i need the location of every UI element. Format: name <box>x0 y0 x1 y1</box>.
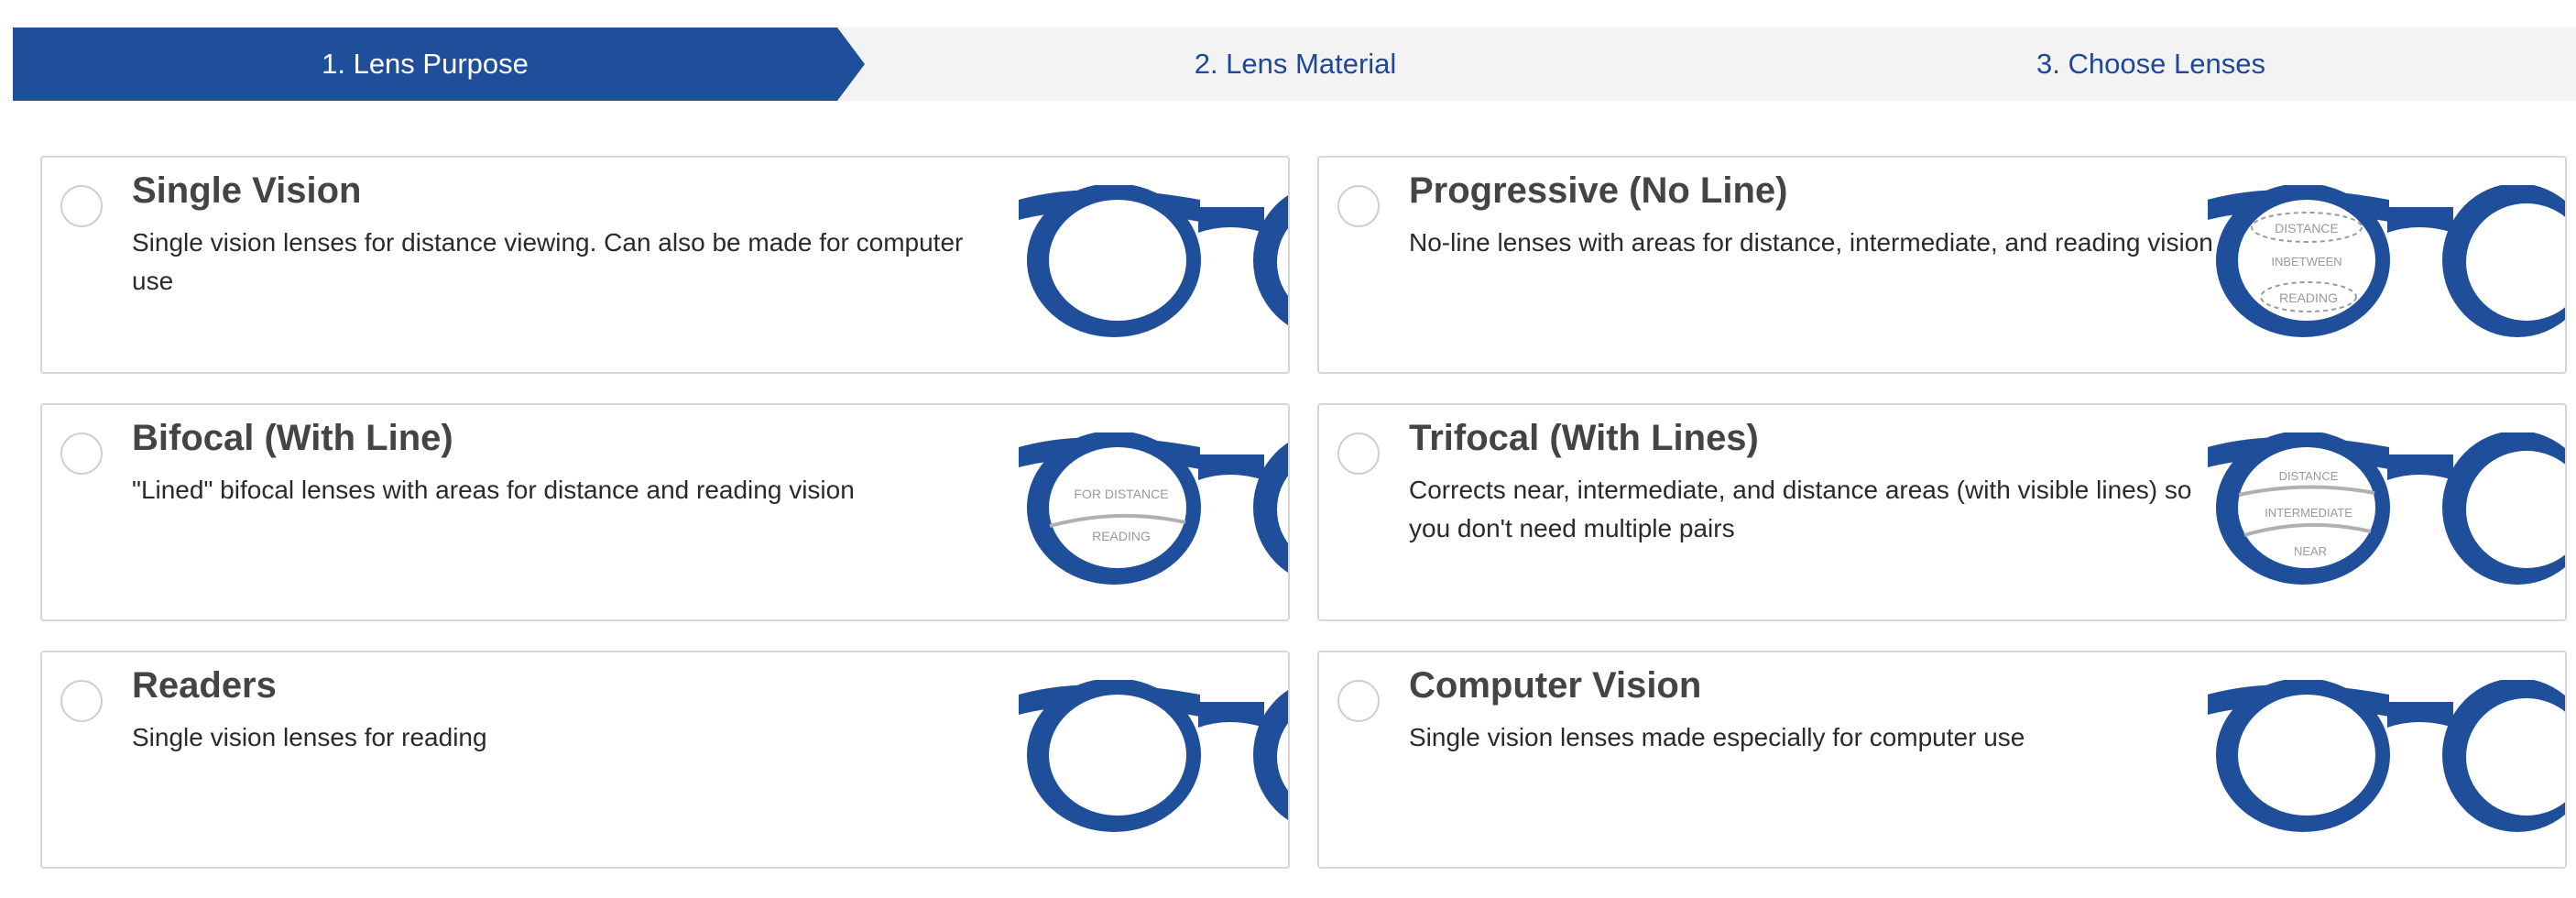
readers-glasses-icon <box>1017 680 1288 863</box>
option-card-computer-vision[interactable]: Computer Vision Single vision lenses mad… <box>1317 651 2567 869</box>
lens-label-reading: READING <box>2279 290 2338 305</box>
option-description: Single vision lenses for distance viewin… <box>132 228 964 295</box>
lens-label-reading: READING <box>1092 529 1151 543</box>
step-lens-purpose[interactable]: 1. Lens Purpose <box>13 27 837 101</box>
option-title: Trifocal (With Lines) <box>1409 418 1759 458</box>
step-choose-lenses[interactable]: 3. Choose Lenses <box>1726 27 2576 101</box>
single-vision-glasses-icon <box>1017 185 1288 368</box>
option-title: Single Vision <box>132 170 362 211</box>
option-title: Readers <box>132 665 277 706</box>
bifocal-glasses-icon: FOR DISTANCE READING <box>1017 433 1288 616</box>
step-lens-material[interactable]: 2. Lens Material <box>865 27 1726 101</box>
lens-label-for-distance: FOR DISTANCE <box>1074 487 1168 501</box>
checkout-stepper: 1. Lens Purpose 2. Lens Material 3. Choo… <box>13 27 2576 101</box>
radio-computer-vision[interactable] <box>1337 680 1380 722</box>
lens-label-near: NEAR <box>2294 544 2327 558</box>
option-title: Computer Vision <box>1409 665 1702 706</box>
option-card-single-vision[interactable]: Single Vision Single vision lenses for d… <box>40 156 1290 374</box>
option-description: Corrects near, intermediate, and distanc… <box>1409 476 2192 542</box>
radio-progressive[interactable] <box>1337 185 1380 227</box>
option-title: Progressive (No Line) <box>1409 170 1788 211</box>
lens-label-distance: DISTANCE <box>2279 469 2339 483</box>
computer-vision-glasses-icon <box>2206 680 2565 863</box>
option-description: Single vision lenses for reading <box>132 723 487 751</box>
option-title: Bifocal (With Line) <box>132 418 453 458</box>
radio-trifocal[interactable] <box>1337 433 1380 475</box>
progressive-glasses-icon: DISTANCE INBETWEEN READING <box>2206 185 2565 368</box>
option-description: No-line lenses with areas for distance, … <box>1409 228 2213 257</box>
lens-label-intermediate: INTERMEDIATE <box>2265 506 2352 520</box>
radio-bifocal[interactable] <box>60 433 103 475</box>
lens-label-distance: DISTANCE <box>2275 221 2339 235</box>
trifocal-glasses-icon: DISTANCE INTERMEDIATE NEAR <box>2206 433 2565 616</box>
option-description: "Lined" bifocal lenses with areas for di… <box>132 476 855 504</box>
option-card-progressive[interactable]: Progressive (No Line) No-line lenses wit… <box>1317 156 2567 374</box>
option-card-readers[interactable]: Readers Single vision lenses for reading <box>40 651 1290 869</box>
option-description: Single vision lenses made especially for… <box>1409 723 2025 751</box>
lens-label-inbetween: INBETWEEN <box>2271 255 2341 268</box>
radio-single-vision[interactable] <box>60 185 103 227</box>
option-card-trifocal[interactable]: Trifocal (With Lines) Corrects near, int… <box>1317 403 2567 621</box>
radio-readers[interactable] <box>60 680 103 722</box>
option-card-bifocal[interactable]: Bifocal (With Line) "Lined" bifocal lens… <box>40 403 1290 621</box>
